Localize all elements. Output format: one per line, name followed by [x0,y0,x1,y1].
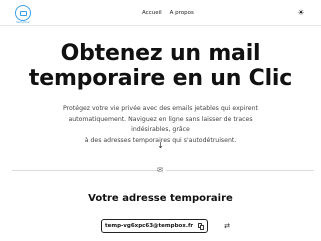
hero-title: Obtenez un mail temporaire en un Clic [0,41,321,91]
temporary-email-value: temp-vg6xpc63@tempbox.fr [105,223,194,229]
hero-subtitle: Protégez votre vie privée avec des email… [52,104,269,146]
divider-left [12,170,160,171]
address-section-title: Votre adresse temporaire [88,193,233,204]
divider-right [166,170,314,171]
nav-link-a-propos[interactable]: A propos [170,10,194,16]
logo-icon[interactable] [15,5,31,21]
scroll-down-arrow-icon[interactable]: ↓ [0,141,321,150]
nav-link-accueil[interactable]: Accueil [142,10,162,16]
nav-links: Accueil A propos [142,10,194,16]
copy-icon-front [200,225,204,230]
mail-icon: ✉ [157,166,163,174]
temporary-email-field[interactable]: temp-vg6xpc63@tempbox.fr [101,219,208,233]
theme-toggle-sun-icon[interactable]: ☀ [296,8,306,18]
refresh-icon[interactable]: ⇄ [222,221,232,231]
hero-subtitle-line-1: Protégez votre vie privée avec des email… [63,105,258,112]
hero-title-line-1: Obtenez un mail [60,41,261,66]
hero-title-line-2: temporaire en un Clic [28,66,293,91]
hero-subtitle-line-2: automatiquement. Naviguez en ligne sans … [68,115,253,134]
top-navbar: tempbox Accueil A propos ☀ [0,0,321,26]
logo-mail-icon [19,10,27,16]
copy-icon[interactable] [198,223,204,230]
logo-text: tempbox [16,20,30,24]
